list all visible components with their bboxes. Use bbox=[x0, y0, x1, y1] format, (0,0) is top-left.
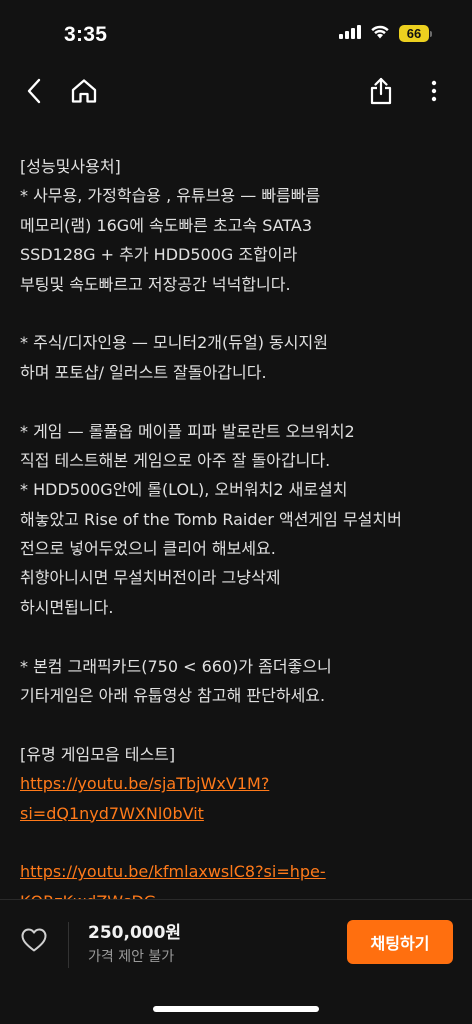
share-button[interactable] bbox=[364, 76, 398, 110]
battery-level: 66 bbox=[399, 25, 429, 42]
signal-icon bbox=[339, 24, 361, 43]
description-line: 하시면됩니다. bbox=[20, 597, 114, 617]
like-button[interactable] bbox=[20, 927, 48, 955]
description-blank-line bbox=[20, 710, 460, 739]
description-blank-line bbox=[20, 387, 460, 416]
description-blank-line bbox=[20, 828, 460, 857]
youtube-link-2-part-1[interactable]: https://youtu.be/kfmlaxwslC8?si=hpe- bbox=[20, 857, 460, 886]
screen: 3:35 66 [성능및사용처] * 사무용, 가정학습용 , 유튜브용 — 빠… bbox=[0, 0, 472, 1024]
status-icons: 66 bbox=[339, 24, 432, 43]
youtube-link-1-part-2[interactable]: si=dQ1nyd7WXNl0bVit bbox=[20, 799, 460, 828]
description-line: [유명 게임모음 테스트] bbox=[20, 744, 176, 764]
description-line: 전으로 넣어두었으니 클리어 해보세요. bbox=[20, 539, 276, 559]
home-button[interactable] bbox=[67, 76, 101, 110]
description-line: * 주식/디자인용 — 모니터2개(듀얼) 동시지원 bbox=[20, 333, 328, 353]
price-divider bbox=[68, 922, 69, 968]
description-line: * 본컴 그래픽카드(750 < 660)가 좀더좋으니 bbox=[20, 656, 332, 676]
youtube-link-1-part-1[interactable]: https://youtu.be/sjaTbjWxV1M? bbox=[20, 769, 460, 798]
description-line: 해놓았고 Rise of the Tomb Raider 액션게임 무설치버 bbox=[20, 509, 402, 529]
battery-tip bbox=[430, 30, 432, 37]
home-icon bbox=[70, 78, 98, 108]
battery-icon: 66 bbox=[399, 25, 432, 42]
status-bar: 3:35 66 bbox=[0, 0, 472, 70]
description-line: 부팅및 속도빠르고 저장공간 넉넉합니다. bbox=[20, 274, 291, 294]
description-blank-line bbox=[20, 299, 460, 328]
description-line: [성능및사용처] bbox=[20, 157, 121, 176]
share-icon bbox=[369, 77, 393, 109]
description-blank-line bbox=[20, 622, 460, 651]
nav-bar bbox=[0, 70, 472, 116]
home-indicator[interactable] bbox=[153, 1006, 319, 1012]
price-negotiation-note: 가격 제안 불가 bbox=[88, 949, 175, 965]
chevron-left-icon bbox=[26, 78, 42, 108]
description-line: * 사무용, 가정학습용 , 유튜브용 — 빠름빠름 bbox=[20, 186, 321, 206]
description-line: * 게임 — 롤풀옵 메이플 피파 발로란트 오브워치2 bbox=[20, 421, 355, 441]
description-line: 기타게임은 아래 유툽영상 참고해 판단하세요. bbox=[20, 686, 326, 706]
description-line: 메모리(램) 16G에 속도빠른 초고속 SATA3 bbox=[20, 215, 313, 235]
status-time: 3:35 bbox=[64, 23, 108, 46]
description-line: 취향아니시면 무설치버전이라 그냥삭제 bbox=[20, 568, 281, 588]
description-line: * HDD500G안에 롤(LOL), 오버워치2 새로설치 bbox=[20, 480, 348, 500]
description-line: 하며 포토샵/ 일러스트 잘돌아갑니다. bbox=[20, 362, 267, 382]
back-button[interactable] bbox=[17, 76, 51, 110]
price: 250,000원 bbox=[88, 923, 182, 943]
heart-icon bbox=[20, 928, 48, 957]
description-line: SSD128G + 추가 HDD500G 조합이라 bbox=[20, 245, 298, 265]
chat-button[interactable]: 채팅하기 bbox=[347, 920, 453, 964]
description: [성능및사용처] * 사무용, 가정학습용 , 유튜브용 — 빠름빠름 메모리(… bbox=[20, 152, 460, 916]
more-vertical-icon bbox=[431, 80, 437, 106]
wifi-icon bbox=[370, 24, 390, 43]
description-line: 직접 테스트해본 게임으로 아주 잘 돌아갑니다. bbox=[20, 450, 331, 470]
more-button[interactable] bbox=[417, 76, 451, 110]
